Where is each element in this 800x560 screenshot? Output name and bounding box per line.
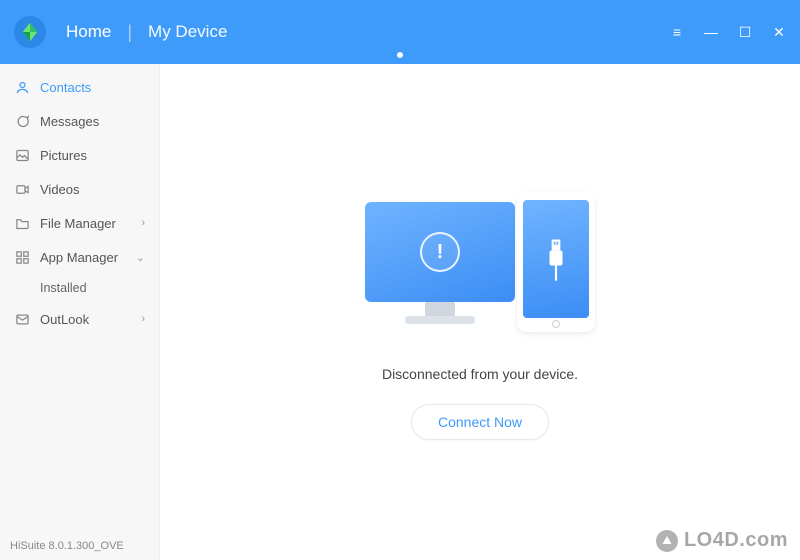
chevron-right-icon: › xyxy=(141,313,145,325)
watermark-text: LO4D.com xyxy=(684,529,788,552)
main-content: ! Disco xyxy=(160,64,800,560)
disconnected-illustration: ! xyxy=(365,184,595,344)
usb-icon xyxy=(543,237,569,281)
sidebar-item-label: Videos xyxy=(40,182,80,197)
monitor-graphic: ! xyxy=(365,202,515,302)
body: Contacts Messages Pictures Videos xyxy=(0,64,800,560)
phone-home-button xyxy=(552,320,560,328)
phone-screen xyxy=(523,200,589,318)
nav-home[interactable]: Home xyxy=(60,18,117,46)
sidebar-subitem-label: Installed xyxy=(40,281,87,295)
sidebar-item-file-manager[interactable]: File Manager › xyxy=(0,206,159,240)
app-logo xyxy=(14,16,46,48)
monitor-base xyxy=(405,316,475,324)
watermark: LO4D.com xyxy=(656,529,788,552)
version-label: HiSuite 8.0.1.300_OVE xyxy=(0,532,159,560)
mail-icon xyxy=(14,311,30,327)
sidebar-item-messages[interactable]: Messages xyxy=(0,104,159,138)
exclamation-icon: ! xyxy=(420,232,460,272)
nav-separator: | xyxy=(127,22,132,43)
close-button[interactable]: ✕ xyxy=(770,23,788,41)
sidebar-item-label: Pictures xyxy=(40,148,87,163)
image-icon xyxy=(14,147,30,163)
pager-dot xyxy=(397,52,403,58)
nav-my-device[interactable]: My Device xyxy=(142,18,233,46)
video-icon xyxy=(14,181,30,197)
maximize-button[interactable]: ☐ xyxy=(736,23,754,41)
sidebar-item-app-manager[interactable]: App Manager ⌄ xyxy=(0,240,159,274)
sidebar-item-label: App Manager xyxy=(40,250,118,265)
sidebar-subitem-installed[interactable]: Installed xyxy=(0,274,159,302)
sidebar-item-pictures[interactable]: Pictures xyxy=(0,138,159,172)
logo-icon xyxy=(19,21,41,43)
chat-icon xyxy=(14,113,30,129)
minimize-button[interactable]: — xyxy=(702,23,720,41)
header-nav: Home | My Device xyxy=(60,18,233,46)
person-icon xyxy=(14,79,30,95)
connect-now-button[interactable]: Connect Now xyxy=(411,404,549,440)
sidebar-item-contacts[interactable]: Contacts xyxy=(0,70,159,104)
app-window: Home | My Device ≡ — ☐ ✕ Contacts xyxy=(0,0,800,560)
sidebar-spacer xyxy=(0,336,159,532)
sidebar-item-label: OutLook xyxy=(40,312,89,327)
chevron-right-icon: › xyxy=(141,217,145,229)
apps-icon xyxy=(14,249,30,265)
phone-graphic xyxy=(517,192,595,332)
folder-icon xyxy=(14,215,30,231)
sidebar-item-videos[interactable]: Videos xyxy=(0,172,159,206)
sidebar-item-label: Messages xyxy=(40,114,99,129)
titlebar: Home | My Device ≡ — ☐ ✕ xyxy=(0,0,800,64)
chevron-down-icon: ⌄ xyxy=(136,251,145,264)
monitor-stand xyxy=(425,302,455,316)
sidebar: Contacts Messages Pictures Videos xyxy=(0,64,160,560)
menu-button[interactable]: ≡ xyxy=(668,23,686,41)
window-controls: ≡ — ☐ ✕ xyxy=(668,23,788,41)
sidebar-item-label: File Manager xyxy=(40,216,116,231)
sidebar-item-label: Contacts xyxy=(40,80,91,95)
status-text: Disconnected from your device. xyxy=(382,366,578,382)
watermark-icon xyxy=(656,530,678,552)
sidebar-item-outlook[interactable]: OutLook › xyxy=(0,302,159,336)
